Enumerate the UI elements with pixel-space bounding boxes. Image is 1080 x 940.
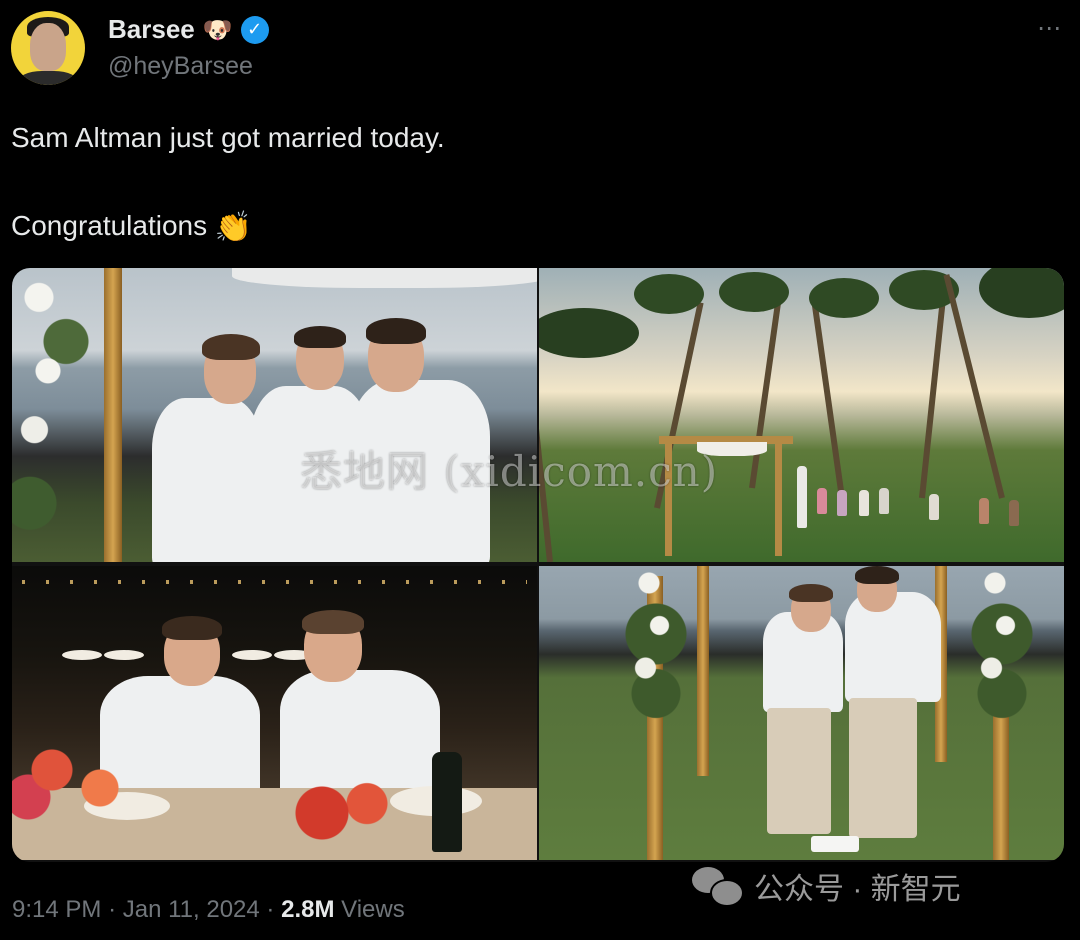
wechat-icon [692,867,744,907]
meta-separator: · [108,896,117,923]
floral-decoration [12,268,102,562]
tropical-flowers-2 [262,766,412,860]
bamboo-pole [104,268,122,562]
tweet-meta: 9:14 PM · Jan 11, 2024 · 2.8M Views [12,896,405,924]
wechat-credit-text: 公众号 · 新智元 [754,873,961,906]
views-label: Views [341,896,405,923]
author-avatar[interactable] [11,11,85,85]
photo-dinner-toast[interactable] [12,566,537,860]
tweet-line-2: Congratulations 👏 [11,204,445,250]
avatar-face [30,23,66,71]
photo-ceremony[interactable] [12,268,537,562]
wrapped-glass [811,836,859,852]
verified-badge-icon: ✓ [240,15,269,44]
tweet-date[interactable]: Jan 11, 2024 [123,896,260,923]
media-grid [12,268,1064,862]
photo-glass-step[interactable] [539,566,1064,860]
clapping-hands-icon: 👏 [214,210,253,244]
avatar-body [17,71,79,85]
author-handle[interactable]: @heyBarsee [108,52,253,81]
author-display-name[interactable]: Barsee [108,14,195,45]
string-lights [22,580,527,584]
wechat-credit: 公众号 · 新智元 [692,864,961,908]
canopy [232,268,537,288]
views-count: 2.8M [281,896,335,923]
wine-bottle [432,752,462,852]
more-options-icon[interactable]: ⋯ [1037,14,1062,43]
tweet-line-2-text: Congratulations [11,210,208,241]
dog-emoji-icon: 🐶 [202,15,233,44]
meta-separator: · [266,896,275,923]
author-name-row[interactable]: Barsee 🐶 ✓ [108,14,269,45]
tweet-time[interactable]: 9:14 PM [12,896,101,923]
photo-palm-ceremony[interactable] [539,268,1064,562]
tweet-text: Sam Altman just got married today. Congr… [11,116,445,250]
tropical-flowers [12,734,172,824]
tweet-line-1: Sam Altman just got married today. [11,122,445,153]
